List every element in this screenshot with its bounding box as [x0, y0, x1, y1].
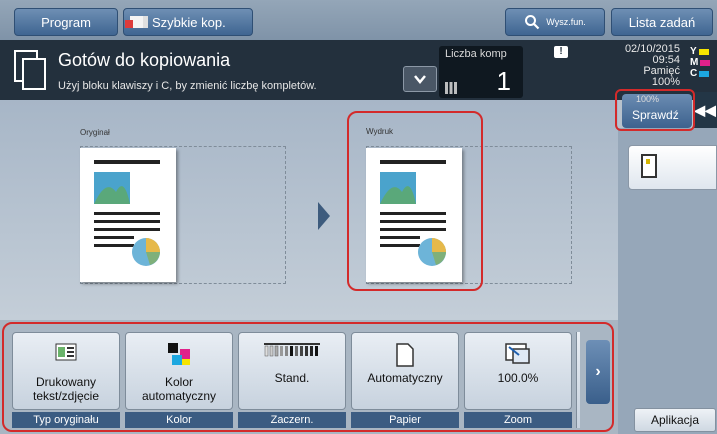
page-setting-button[interactable]	[628, 145, 717, 190]
check-highlight	[615, 89, 695, 131]
copy-mode-icon	[14, 50, 46, 90]
status-bar: Gotów do kopiowania Użyj bloku klawiszy …	[0, 40, 717, 100]
date-time: 02/10/2015 09:54 Pamięć 100%	[590, 44, 680, 88]
collapse-panel-button[interactable]: ◀◀	[693, 92, 717, 128]
quick-copy-button[interactable]: Szybkie kop.	[123, 8, 253, 36]
application-button[interactable]: Aplikacja	[634, 408, 716, 432]
status-hint: Użyj bloku klawiszy i C, by zmienić licz…	[58, 80, 317, 92]
copy-count-display[interactable]: Liczba komp 1	[439, 46, 523, 98]
toner-magenta: M	[690, 57, 711, 68]
keypad-icon	[445, 82, 457, 94]
warning-icon[interactable]: !	[554, 46, 568, 58]
program-label: Program	[41, 14, 91, 30]
double-chevron-left-icon: ◀◀	[694, 101, 716, 118]
arrow-right-icon	[318, 202, 330, 230]
memory-value: 100%	[651, 76, 680, 88]
function-search-button[interactable]: Wysz.fun.	[505, 8, 605, 36]
function-bar-highlight	[2, 322, 614, 432]
original-document	[80, 148, 176, 282]
output-highlight	[347, 111, 483, 291]
page-icon	[641, 154, 657, 178]
document-thumbnail-icon	[94, 160, 160, 266]
status-title: Gotów do kopiowania	[58, 50, 231, 70]
quick-copy-icon	[125, 16, 148, 28]
search-icon	[525, 15, 540, 30]
toner-levels: Y M C	[690, 46, 711, 79]
job-list-label: Lista zadań	[628, 14, 696, 30]
expand-message-button[interactable]	[403, 66, 437, 92]
quick-copy-label: Szybkie kop.	[152, 14, 226, 30]
program-button[interactable]: Program	[14, 8, 118, 36]
toner-cyan: C	[690, 68, 710, 79]
copy-count-label: Liczba komp	[445, 48, 507, 60]
toner-yellow: Y	[690, 46, 710, 57]
chevron-down-icon	[414, 75, 426, 84]
copy-count-value: 1	[496, 66, 511, 96]
function-search-label: Wysz.fun.	[546, 17, 586, 27]
original-label: Oryginał	[80, 128, 110, 137]
job-list-button[interactable]: Lista zadań	[611, 8, 713, 36]
